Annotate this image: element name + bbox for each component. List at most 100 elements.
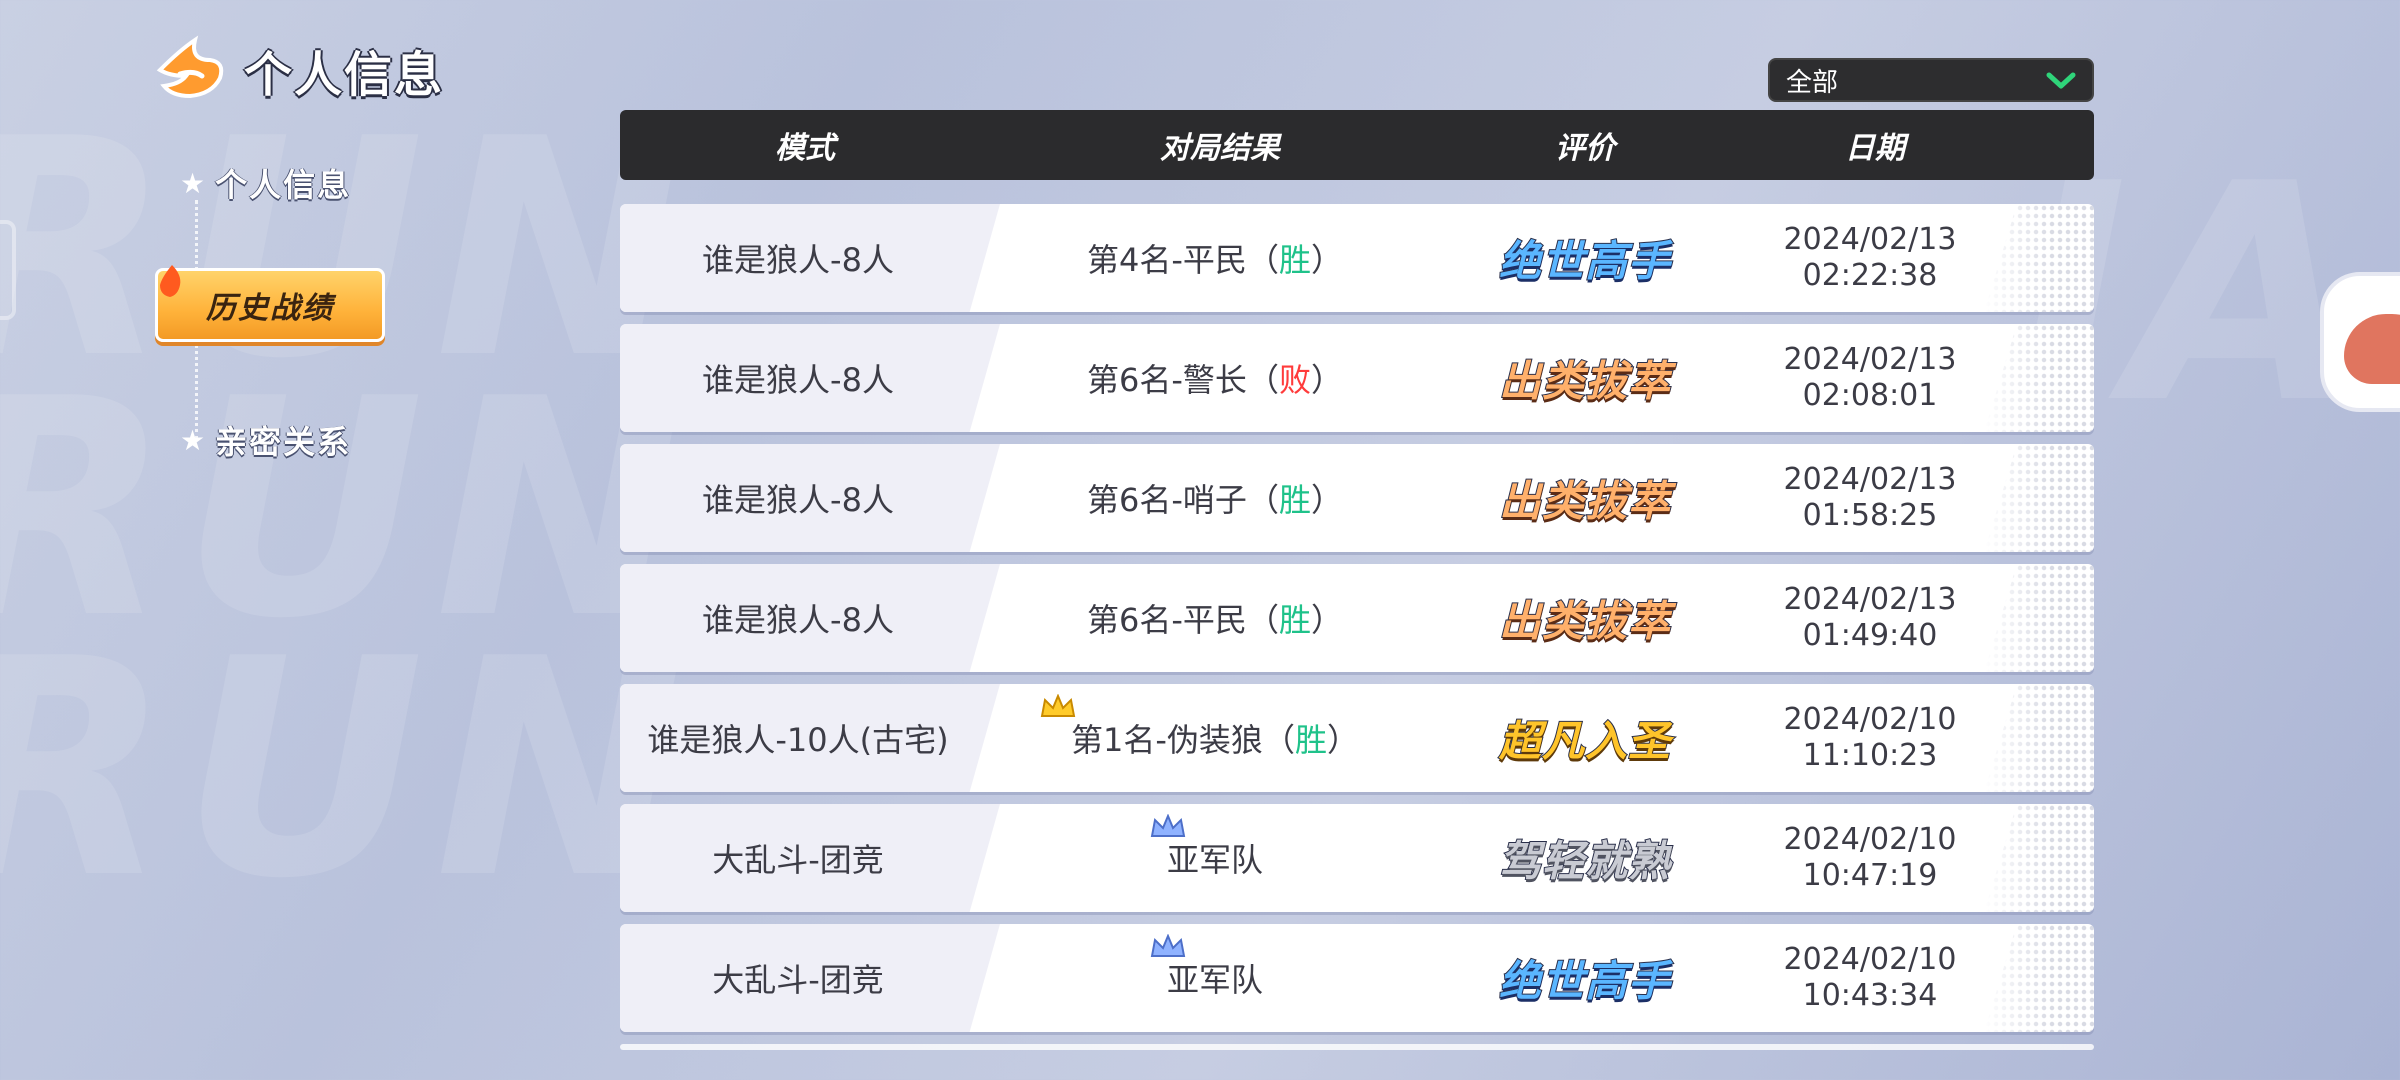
- date-cell: 2024/02/10 11:10:23: [1784, 702, 1957, 774]
- outcome-win: 胜: [1278, 601, 1311, 639]
- column-header-date: 日期: [1845, 131, 1905, 166]
- time-text: 01:58:25: [1802, 498, 1938, 533]
- sidebar-item-history[interactable]: 历史战绩: [155, 265, 385, 342]
- rating-cell: 出类拔萃: [1495, 348, 1675, 409]
- result-cell: 第6名-警长（败）: [1087, 355, 1343, 401]
- star-icon: ★: [180, 166, 206, 200]
- rating-badge: 超凡入圣: [1498, 716, 1672, 767]
- next-row-peek: [620, 1044, 2094, 1050]
- outcome-win: 胜: [1294, 721, 1327, 759]
- date-cell: 2024/02/13 01:49:40: [1784, 582, 1957, 654]
- result-text: 第6名-平民: [1087, 601, 1247, 639]
- time-text: 10:47:19: [1802, 858, 1938, 893]
- date-cell: 2024/02/13 02:08:01: [1784, 342, 1957, 414]
- chevron-down-icon: [2046, 72, 2076, 89]
- open-paren: （: [1246, 241, 1279, 279]
- sidebar-item-profile[interactable]: ★ 个人信息: [180, 160, 351, 206]
- rating-badge: 绝世高手: [1498, 956, 1672, 1007]
- outcome-win: 胜: [1278, 481, 1311, 519]
- mode-filter-dropdown[interactable]: 全部: [1768, 58, 2094, 102]
- result-text: 第6名-哨子: [1087, 481, 1247, 519]
- mode-cell: 谁是狼人-8人: [702, 361, 894, 399]
- time-text: 02:22:38: [1802, 258, 1938, 293]
- column-header-result: 对局结果: [1160, 131, 1280, 166]
- table-row[interactable]: 谁是狼人-8人 第6名-哨子（胜） 出类拔萃 2024/02/13 01:58:2…: [620, 444, 2094, 552]
- table-row[interactable]: 谁是狼人-8人 第4名-平民（胜） 绝世高手 2024/02/13 02:22:3…: [620, 204, 2094, 312]
- result-cell: 亚军队: [1166, 961, 1264, 999]
- avatar[interactable]: [2320, 272, 2400, 412]
- table-row[interactable]: 谁是狼人-8人 第6名-警长（败） 出类拔萃 2024/02/13 02:08:0…: [620, 324, 2094, 432]
- sidebar-item-relations[interactable]: ★ 亲密关系: [180, 417, 351, 463]
- rating-cell: 出类拔萃: [1495, 468, 1675, 529]
- result-cell: 第1名-伪装狼（胜）: [1071, 715, 1359, 761]
- open-paren: （: [1262, 721, 1295, 759]
- flame-logo-icon: [156, 35, 224, 99]
- date-cell: 2024/02/10 10:47:19: [1784, 822, 1957, 894]
- result-cell: 第6名-平民（胜）: [1087, 595, 1343, 641]
- left-edge-decoration: [0, 220, 16, 320]
- date-text: 2024/02/13: [1783, 582, 1957, 617]
- close-paren: ）: [1310, 481, 1343, 519]
- time-text: 02:08:01: [1802, 378, 1938, 413]
- result-cell: 第6名-哨子（胜）: [1087, 475, 1343, 521]
- rating-cell: 绝世高手: [1495, 948, 1675, 1009]
- sidebar-item-label: 亲密关系: [215, 423, 352, 461]
- table-row[interactable]: 大乱斗-团竞 亚军队 绝世高手 2024/02/10 10:43:34: [620, 924, 2094, 1032]
- result-cell: 亚军队: [1166, 841, 1264, 879]
- rating-badge: 出类拔萃: [1498, 356, 1672, 407]
- date-text: 2024/02/10: [1783, 942, 1957, 977]
- table-row[interactable]: 谁是狼人-8人 第6名-平民（胜） 出类拔萃 2024/02/13 01:49:4…: [620, 564, 2094, 672]
- filter-selected-value: 全部: [1786, 67, 1839, 98]
- mode-cell: 谁是狼人-8人: [702, 481, 894, 519]
- result-text: 第4名-平民: [1087, 241, 1247, 279]
- date-text: 2024/02/13: [1783, 342, 1957, 377]
- mode-cell: 大乱斗-团竞: [712, 841, 884, 879]
- page-title: 个人信息: [244, 47, 445, 103]
- sidebar-item-label: 历史战绩: [206, 291, 334, 326]
- outcome-lose: 败: [1278, 361, 1311, 399]
- sidebar-item-label: 个人信息: [215, 166, 352, 204]
- result-text: 第1名-伪装狼: [1071, 721, 1263, 759]
- outcome-win: 胜: [1278, 241, 1311, 279]
- mode-cell: 大乱斗-团竞: [712, 961, 884, 999]
- time-text: 11:10:23: [1802, 738, 1938, 773]
- date-cell: 2024/02/13 02:22:38: [1784, 222, 1957, 294]
- close-paren: ）: [1310, 241, 1343, 279]
- close-paren: ）: [1326, 721, 1359, 759]
- table-header: 模式 对局结果 评价 日期: [620, 110, 2094, 180]
- rating-badge: 驾轻就熟: [1498, 836, 1672, 887]
- open-paren: （: [1246, 601, 1279, 639]
- table-row[interactable]: 大乱斗-团竞 亚军队 驾轻就熟 2024/02/10 10:47:19: [620, 804, 2094, 912]
- date-cell: 2024/02/10 10:43:34: [1784, 942, 1957, 1014]
- time-text: 10:43:34: [1802, 978, 1938, 1013]
- column-header-rating: 评价: [1555, 131, 1615, 166]
- rating-badge: 出类拔萃: [1498, 476, 1672, 527]
- mode-cell: 谁是狼人-10人(古宅): [647, 721, 949, 759]
- column-header-mode: 模式: [775, 131, 835, 166]
- rating-cell: 驾轻就熟: [1495, 828, 1675, 889]
- match-history-table: 模式 对局结果 评价 日期 谁是狼人-8人 第4名-平民（胜） 绝世高手 202…: [620, 110, 2094, 1050]
- close-paren: ）: [1310, 361, 1343, 399]
- open-paren: （: [1246, 361, 1279, 399]
- close-paren: ）: [1310, 601, 1343, 639]
- flame-icon: [160, 265, 181, 297]
- mode-cell: 谁是狼人-8人: [702, 241, 894, 279]
- date-text: 2024/02/10: [1783, 702, 1957, 737]
- avatar-face: [2344, 314, 2400, 384]
- sidebar-nav: ★ 个人信息 历史战绩 ★ 亲密关系: [150, 150, 430, 470]
- rating-badge: 绝世高手: [1498, 236, 1672, 287]
- rating-cell: 绝世高手: [1495, 228, 1675, 289]
- result-cell: 第4名-平民（胜）: [1087, 235, 1343, 281]
- date-text: 2024/02/13: [1783, 222, 1957, 257]
- date-text: 2024/02/10: [1783, 822, 1957, 857]
- table-row[interactable]: 谁是狼人-10人(古宅) 第1名-伪装狼（胜） 超凡入圣 2024/02/10 1…: [620, 684, 2094, 792]
- star-icon: ★: [180, 423, 206, 457]
- rating-cell: 超凡入圣: [1495, 708, 1675, 769]
- rating-badge: 出类拔萃: [1498, 596, 1672, 647]
- mode-cell: 谁是狼人-8人: [702, 601, 894, 639]
- date-text: 2024/02/13: [1783, 462, 1957, 497]
- open-paren: （: [1246, 481, 1279, 519]
- date-cell: 2024/02/13 01:58:25: [1784, 462, 1957, 534]
- rating-cell: 出类拔萃: [1495, 588, 1675, 649]
- page-header: 个人信息: [150, 30, 444, 110]
